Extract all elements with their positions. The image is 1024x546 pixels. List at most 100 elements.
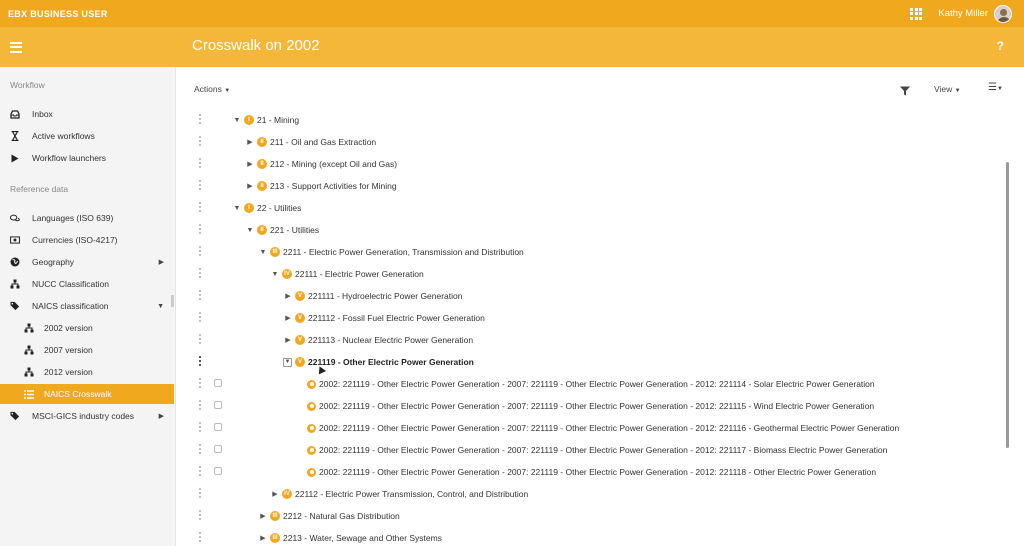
tree-row[interactable]: ▼ I 22 - Utilities bbox=[190, 197, 1002, 219]
level-badge: II bbox=[257, 159, 267, 169]
tree-row[interactable]: ▼ V 221119 - Other Electric Power Generati… bbox=[190, 351, 1002, 373]
sidebar-item-2012-version[interactable]: 2012 version bbox=[0, 362, 174, 382]
tree-row[interactable]: ▶ III 2213 - Water, Sewage and Other Syste… bbox=[190, 527, 1002, 546]
sidebar-scrollbar[interactable] bbox=[171, 295, 174, 307]
collapse-toggle-icon[interactable]: ▼ bbox=[232, 205, 242, 212]
drag-handle-icon[interactable] bbox=[199, 378, 201, 388]
sidebar-item-workflow-launchers[interactable]: Workflow launchers bbox=[0, 148, 174, 168]
sidebar-item-inbox[interactable]: Inbox bbox=[0, 104, 174, 124]
level-badge: IV bbox=[282, 489, 292, 499]
row-checkbox[interactable] bbox=[214, 467, 222, 475]
collapse-toggle-icon[interactable]: ▼ bbox=[258, 249, 268, 256]
banknote-icon bbox=[10, 235, 20, 245]
tree-row[interactable]: ▼ IV 22111 - Electric Power Generation bbox=[190, 263, 1002, 285]
tree-row[interactable]: ▶ II 213 - Support Activities for Mining bbox=[190, 175, 1002, 197]
drag-handle-icon[interactable] bbox=[199, 268, 201, 278]
sidebar-item-geography[interactable]: Geography ▶ bbox=[0, 252, 174, 272]
drag-handle-icon[interactable] bbox=[199, 334, 201, 344]
sidebar-item-label: NUCC Classification bbox=[32, 279, 109, 289]
tree-node-label: 2002: 221119 - Other Electric Power Gene… bbox=[319, 379, 875, 389]
drag-handle-icon[interactable] bbox=[199, 466, 201, 476]
filter-icon[interactable] bbox=[900, 83, 910, 96]
drag-handle-icon[interactable] bbox=[199, 158, 201, 168]
collapse-toggle-icon[interactable]: ▼ bbox=[245, 227, 255, 234]
expand-toggle-icon[interactable]: ▶ bbox=[245, 182, 255, 190]
drag-handle-icon[interactable] bbox=[199, 202, 201, 212]
tree-row[interactable]: ▶ V 221112 - Fossil Fuel Electric Power Ge… bbox=[190, 307, 1002, 329]
tree-row[interactable]: 2002: 221119 - Other Electric Power Gene… bbox=[190, 461, 1002, 483]
tree-row[interactable]: ▼ I 21 - Mining bbox=[190, 109, 1002, 131]
expand-toggle-icon[interactable]: ▶ bbox=[245, 160, 255, 168]
drag-handle-icon[interactable] bbox=[199, 136, 201, 146]
sidebar-item-naics-crosswalk[interactable]: NAICS Crosswalk bbox=[0, 384, 174, 404]
collapse-toggle-icon[interactable]: ▼ bbox=[270, 271, 280, 278]
drag-handle-icon[interactable] bbox=[199, 114, 201, 124]
expand-toggle-icon[interactable]: ▶ bbox=[258, 512, 268, 520]
expand-toggle-icon[interactable]: ▶ bbox=[283, 292, 293, 300]
sidebar-item-2002-version[interactable]: 2002 version bbox=[0, 318, 174, 338]
tree-node-label: 21 - Mining bbox=[257, 115, 300, 125]
drag-handle-icon[interactable] bbox=[199, 312, 201, 322]
expand-toggle-icon[interactable]: ▶ bbox=[283, 314, 293, 322]
help-icon[interactable]: ? bbox=[997, 39, 1004, 53]
hierarchy-icon bbox=[24, 367, 34, 377]
level-badge: V bbox=[295, 335, 305, 345]
sidebar-section-reference-data: Reference data bbox=[10, 184, 69, 194]
sidebar-item-2007-version[interactable]: 2007 version bbox=[0, 340, 174, 360]
tree-row[interactable]: ▶ II 211 - Oil and Gas Extraction bbox=[190, 131, 1002, 153]
hierarchy-icon bbox=[24, 323, 34, 333]
brand-logo: EBX BUSINESS USER bbox=[8, 8, 108, 19]
drag-handle-icon[interactable] bbox=[199, 444, 201, 454]
sidebar-item-msci-gics[interactable]: MSCI-GICS industry codes ▶ bbox=[0, 406, 174, 426]
tree-row[interactable]: ▶ II 212 - Mining (except Oil and Gas) bbox=[190, 153, 1002, 175]
menu-icon[interactable] bbox=[10, 41, 22, 53]
drag-handle-icon[interactable] bbox=[199, 422, 201, 432]
expand-toggle-icon[interactable]: ▶ bbox=[245, 138, 255, 146]
row-checkbox[interactable] bbox=[214, 401, 222, 409]
expand-toggle-icon[interactable]: ▶ bbox=[270, 490, 280, 498]
tree-row[interactable]: ▼ III 2211 - Electric Power Generation, Tr… bbox=[190, 241, 1002, 263]
row-checkbox[interactable] bbox=[214, 445, 222, 453]
expand-toggle-icon[interactable]: ▶ bbox=[258, 534, 268, 542]
tree-row[interactable]: 2002: 221119 - Other Electric Power Gene… bbox=[190, 395, 1002, 417]
tree-row[interactable]: ▶ III 2212 - Natural Gas Distribution bbox=[190, 505, 1002, 527]
tree-row[interactable]: ▶ IV 22112 - Electric Power Transmission, … bbox=[190, 483, 1002, 505]
drag-handle-icon[interactable] bbox=[199, 224, 201, 234]
drag-handle-icon[interactable] bbox=[199, 532, 201, 542]
sidebar-item-naics-classification[interactable]: NAICS classification ▼ bbox=[0, 296, 174, 316]
tree-row[interactable]: 2002: 221119 - Other Electric Power Gene… bbox=[190, 439, 1002, 461]
tree-row[interactable]: ▼ II 221 - Utilities bbox=[190, 219, 1002, 241]
collapse-toggle-icon[interactable]: ▼ bbox=[232, 117, 242, 124]
drag-handle-icon[interactable] bbox=[199, 488, 201, 498]
tags-icon bbox=[10, 411, 20, 421]
tree-row[interactable]: 2002: 221119 - Other Electric Power Gene… bbox=[190, 417, 1002, 439]
sidebar-item-active-workflows[interactable]: Active workflows bbox=[0, 126, 174, 146]
collapse-toggle-icon[interactable]: ▼ bbox=[283, 357, 292, 367]
tree-scrollbar[interactable] bbox=[1006, 162, 1009, 448]
tree-row[interactable]: ▶ V 221111 - Hydroelectric Power Generatio… bbox=[190, 285, 1002, 307]
drag-handle-icon[interactable] bbox=[199, 180, 201, 190]
drag-handle-icon[interactable] bbox=[199, 356, 201, 366]
apps-grid-icon[interactable] bbox=[910, 7, 923, 20]
tree-row[interactable]: ▶ V 221113 - Nuclear Electric Power Genera… bbox=[190, 329, 1002, 351]
user-name[interactable]: Kathy Miller bbox=[938, 8, 988, 19]
drag-handle-icon[interactable] bbox=[199, 400, 201, 410]
sidebar-item-currencies[interactable]: Currencies (ISO-4217) bbox=[0, 230, 174, 250]
record-icon bbox=[307, 445, 316, 455]
view-menu-button[interactable]: View ▼ bbox=[934, 84, 961, 94]
tree-node-label: 212 - Mining (except Oil and Gas) bbox=[270, 159, 398, 169]
sidebar-item-label: 2007 version bbox=[44, 345, 93, 355]
drag-handle-icon[interactable] bbox=[199, 510, 201, 520]
drag-handle-icon[interactable] bbox=[199, 246, 201, 256]
sidebar-item-languages[interactable]: Languages (ISO 639) bbox=[0, 208, 174, 228]
columns-menu-button[interactable]: ☰▼ bbox=[988, 82, 1003, 93]
sidebar-item-nucc-classification[interactable]: NUCC Classification bbox=[0, 274, 174, 294]
drag-handle-icon[interactable] bbox=[199, 290, 201, 300]
actions-menu-button[interactable]: Actions ▼ bbox=[194, 84, 230, 94]
avatar[interactable] bbox=[994, 4, 1012, 23]
row-checkbox[interactable] bbox=[214, 379, 222, 387]
expand-toggle-icon[interactable]: ▶ bbox=[283, 336, 293, 344]
level-badge: III bbox=[270, 533, 280, 543]
tree-row[interactable]: 2002: 221119 - Other Electric Power Gene… bbox=[190, 373, 1002, 395]
row-checkbox[interactable] bbox=[214, 423, 222, 431]
